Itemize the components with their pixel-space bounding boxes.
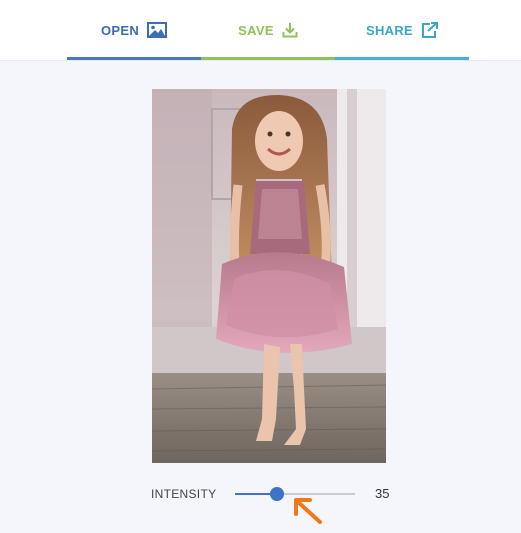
save-label: SAVE [238, 22, 274, 38]
slider-thumb[interactable] [270, 487, 284, 501]
intensity-label: INTENSITY [151, 487, 217, 501]
toolbar: OPEN SAVE SHARE [0, 0, 521, 61]
image-icon [147, 22, 168, 38]
open-button[interactable]: OPEN [67, 0, 201, 60]
intensity-control: INTENSITY 35 [0, 476, 521, 512]
save-tab-underline [201, 57, 335, 60]
open-tab-underline [67, 57, 201, 60]
open-label: OPEN [100, 22, 140, 38]
share-button[interactable]: SHARE [335, 0, 469, 60]
edited-photo [152, 89, 386, 463]
save-button[interactable]: SAVE [201, 0, 335, 60]
share-icon [421, 22, 438, 38]
intensity-value: 35 [375, 486, 390, 501]
share-label: SHARE [365, 22, 413, 38]
annotation-arrow-icon [290, 496, 330, 533]
download-icon [282, 22, 298, 38]
share-tab-underline [335, 57, 469, 60]
